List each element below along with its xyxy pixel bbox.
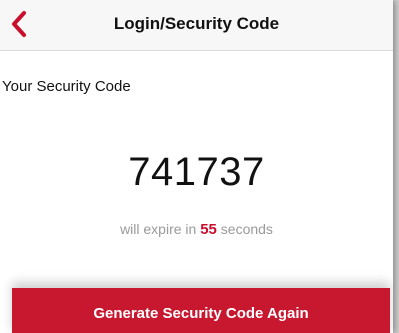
nav-bar: Login/Security Code <box>0 0 393 51</box>
expiry-prefix: will expire in <box>120 221 197 237</box>
generate-code-label: Generate Security Code Again <box>93 304 309 322</box>
expiry-text: will expire in 55 seconds <box>0 221 393 238</box>
expiry-seconds: 55 <box>200 221 217 238</box>
page-title: Login/Security Code <box>113 14 280 33</box>
expiry-suffix: seconds <box>220 221 273 237</box>
back-button[interactable] <box>6 9 32 39</box>
security-code-label: Your Security Code <box>2 78 131 95</box>
security-code: 741737 <box>128 150 265 194</box>
generate-code-button[interactable]: Generate Security Code Again <box>12 288 390 333</box>
chevron-left-icon <box>12 11 26 37</box>
screen: Login/Security Code Your Security Code 7… <box>0 0 393 333</box>
